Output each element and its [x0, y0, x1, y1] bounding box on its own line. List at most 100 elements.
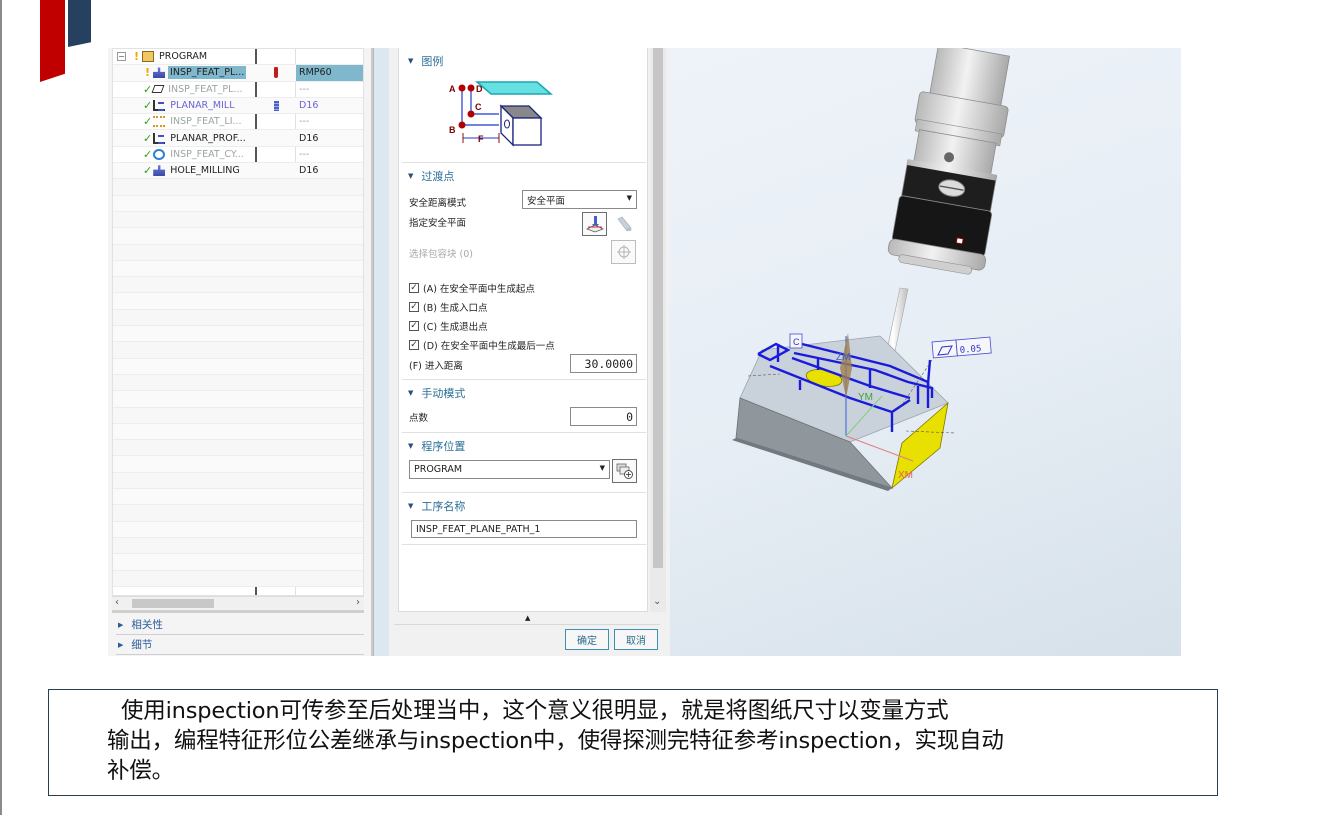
program-location-value: PROGRAM: [414, 464, 463, 475]
section-operation-name-header[interactable]: ▼ 工序名称: [408, 498, 465, 514]
ok-button[interactable]: 确定: [565, 629, 609, 650]
checkbox-generate-start-point[interactable]: ✓ (A) 在安全平面中生成起点: [409, 281, 535, 295]
tree-item-name: INSP_FEAT_PL...: [168, 83, 243, 95]
line-feature-icon: [153, 116, 166, 128]
new-program-icon: [616, 463, 633, 479]
tree-item-name: INSP_FEAT_LI...: [170, 116, 242, 128]
dropdown-caret-icon: ▼: [599, 464, 605, 472]
section-legend-header[interactable]: ▼ 图例: [408, 53, 443, 69]
scrollbar-thumb[interactable]: [132, 599, 214, 608]
point-count-input[interactable]: 0: [570, 407, 637, 426]
section-program-header[interactable]: ▼ 程序位置: [408, 438, 465, 454]
complete-check-icon: ✓: [143, 115, 153, 129]
empty-tree-row: [113, 244, 363, 261]
tree-row-hole-milling[interactable]: ✓ HOLE_MILLING D16: [113, 163, 363, 180]
tree-row-insp-feat-line[interactable]: ✓ INSP_FEAT_LI... ---: [113, 114, 363, 131]
panel-divider[interactable]: [112, 610, 364, 613]
probe-operation-icon: [153, 67, 166, 79]
checkbox-label: (A) 在安全平面中生成起点: [423, 284, 535, 295]
safe-mode-select[interactable]: 安全平面 ▼: [522, 190, 637, 209]
inspection-path-dialog: ▼ 图例 A D C B F ▼ 过渡点 安全距离模式 安全平面 ▼ 指定安全平…: [389, 48, 670, 656]
tree-item-name: INSP_FEAT_PL...: [168, 66, 247, 80]
tree-row-planar-mill[interactable]: ✓ PLANAR_MILL D16: [113, 97, 363, 115]
program-location-select[interactable]: PROGRAM ▼: [409, 460, 610, 479]
checkbox-checked-icon[interactable]: ✓: [409, 321, 419, 331]
select-bounding-block-button[interactable]: [611, 240, 636, 264]
brand-logo-navy-bar: [68, 0, 91, 47]
scroll-right-icon[interactable]: ›: [356, 597, 360, 609]
tree-row-insp-feat-cylinder[interactable]: ✓ INSP_FEAT_CY... ---: [113, 147, 363, 164]
tree-item-tool: D16: [299, 100, 319, 112]
tree-row-insp-feat-plane-path[interactable]: ! INSP_FEAT_PL... RMP60: [113, 65, 363, 82]
cone-icon: [617, 216, 632, 232]
approach-distance-input[interactable]: 30.0000: [570, 354, 637, 373]
empty-tree-row: [113, 374, 363, 392]
tree-item-tool: ---: [299, 148, 310, 160]
crosshair-icon: [616, 245, 631, 259]
cancel-button[interactable]: 取消: [614, 629, 658, 650]
legend-diagram: A D C B F: [449, 81, 554, 147]
empty-tree-row: [113, 570, 363, 587]
block-front-face: [512, 117, 542, 146]
checkbox-checked-icon[interactable]: ✓: [409, 283, 419, 293]
checkbox-checked-icon[interactable]: ✓: [409, 340, 419, 350]
empty-tree-row: [113, 456, 363, 473]
resource-bar-splitter[interactable]: [373, 48, 389, 656]
operation-tree: − ! PROGRAM ! INSP_FEAT_PL... RMP60 ✓ IN…: [112, 48, 364, 596]
scroll-down-icon[interactable]: ⌄: [653, 596, 661, 607]
point-c: [467, 110, 475, 118]
label-d: D: [476, 84, 483, 94]
checkbox-generate-exit-point[interactable]: ✓ (C) 生成退出点: [409, 319, 488, 333]
empty-tree-row: [113, 505, 363, 522]
graphics-viewport[interactable]: ZM YM XM C 0.05: [670, 48, 1181, 656]
empty-tree-row: [113, 554, 363, 571]
plane-option-button[interactable]: [611, 212, 636, 236]
brand-logo-red-bar: [40, 0, 65, 82]
scroll-left-icon[interactable]: ‹: [115, 597, 119, 609]
tree-row-program[interactable]: − ! PROGRAM: [113, 49, 363, 66]
tree-row-planar-profile[interactable]: ✓ PLANAR_PROF... D16: [113, 130, 363, 147]
scrollbar-thumb[interactable]: [653, 48, 663, 568]
caption-line-3: 补偿。: [107, 758, 174, 784]
section-transfer-header[interactable]: ▼ 过渡点: [408, 168, 454, 184]
tree-row-insp-feat-plane[interactable]: ✓ INSP_FEAT_PL... ---: [113, 82, 363, 98]
probe-head: [887, 48, 1010, 275]
section-title: 手动模式: [421, 387, 466, 400]
warning-icon: !: [145, 66, 151, 80]
empty-tree-row: [113, 326, 363, 343]
collapse-toggle-icon[interactable]: −: [117, 52, 126, 62]
checkbox-generate-entry-point[interactable]: ✓ (B) 生成入口点: [409, 300, 487, 314]
planar-mill-icon: [153, 100, 166, 112]
tree-item-name: PROGRAM: [159, 51, 208, 63]
checkbox-label: (D) 在安全平面中生成最后一点: [423, 341, 555, 352]
horizontal-scrollbar[interactable]: ‹ ›: [112, 596, 364, 609]
program-group-icon: [142, 51, 155, 63]
section-title: 程序位置: [421, 440, 466, 453]
footer-divider: [394, 624, 660, 625]
tree-item-tool: ---: [299, 83, 310, 95]
create-program-button[interactable]: [612, 459, 637, 483]
empty-tree-row: [113, 407, 363, 424]
tree-item-tool: D16: [299, 165, 319, 177]
empty-tree-row: [113, 358, 363, 375]
checkbox-generate-last-point[interactable]: ✓ (D) 在安全平面中生成最后一点: [409, 338, 555, 352]
point-a: [458, 84, 466, 92]
vertical-scrollbar[interactable]: ⌄: [650, 48, 666, 612]
collapse-dialog-icon[interactable]: ▲: [525, 614, 530, 622]
caption-line-2: 输出，编程特征形位公差继承与inspection中，使得探测完特征参考inspe…: [107, 728, 1004, 754]
warning-icon: !: [134, 50, 140, 64]
dialog-body: ▼ 图例 A D C B F ▼ 过渡点 安全距离模式 安全平面 ▼ 指定安全平…: [398, 48, 648, 612]
checkbox-checked-icon[interactable]: ✓: [409, 302, 419, 312]
tool-icon: [273, 100, 279, 111]
dependencies-panel[interactable]: ▶ 相关性: [116, 615, 364, 635]
empty-tree-row: [113, 342, 363, 359]
operation-name-input[interactable]: INSP_FEAT_PLANE_PATH_1: [411, 520, 637, 538]
details-panel[interactable]: ▶ 细节: [116, 635, 364, 655]
empty-tree-row: [113, 537, 363, 555]
specify-plane-button[interactable]: [582, 212, 607, 236]
complete-check-icon: ✓: [143, 147, 153, 161]
section-manual-header[interactable]: ▼ 手动模式: [408, 385, 465, 401]
tree-item-tool: ---: [299, 116, 310, 128]
section-title: 过渡点: [421, 170, 455, 183]
complete-check-icon: ✓: [143, 164, 153, 178]
